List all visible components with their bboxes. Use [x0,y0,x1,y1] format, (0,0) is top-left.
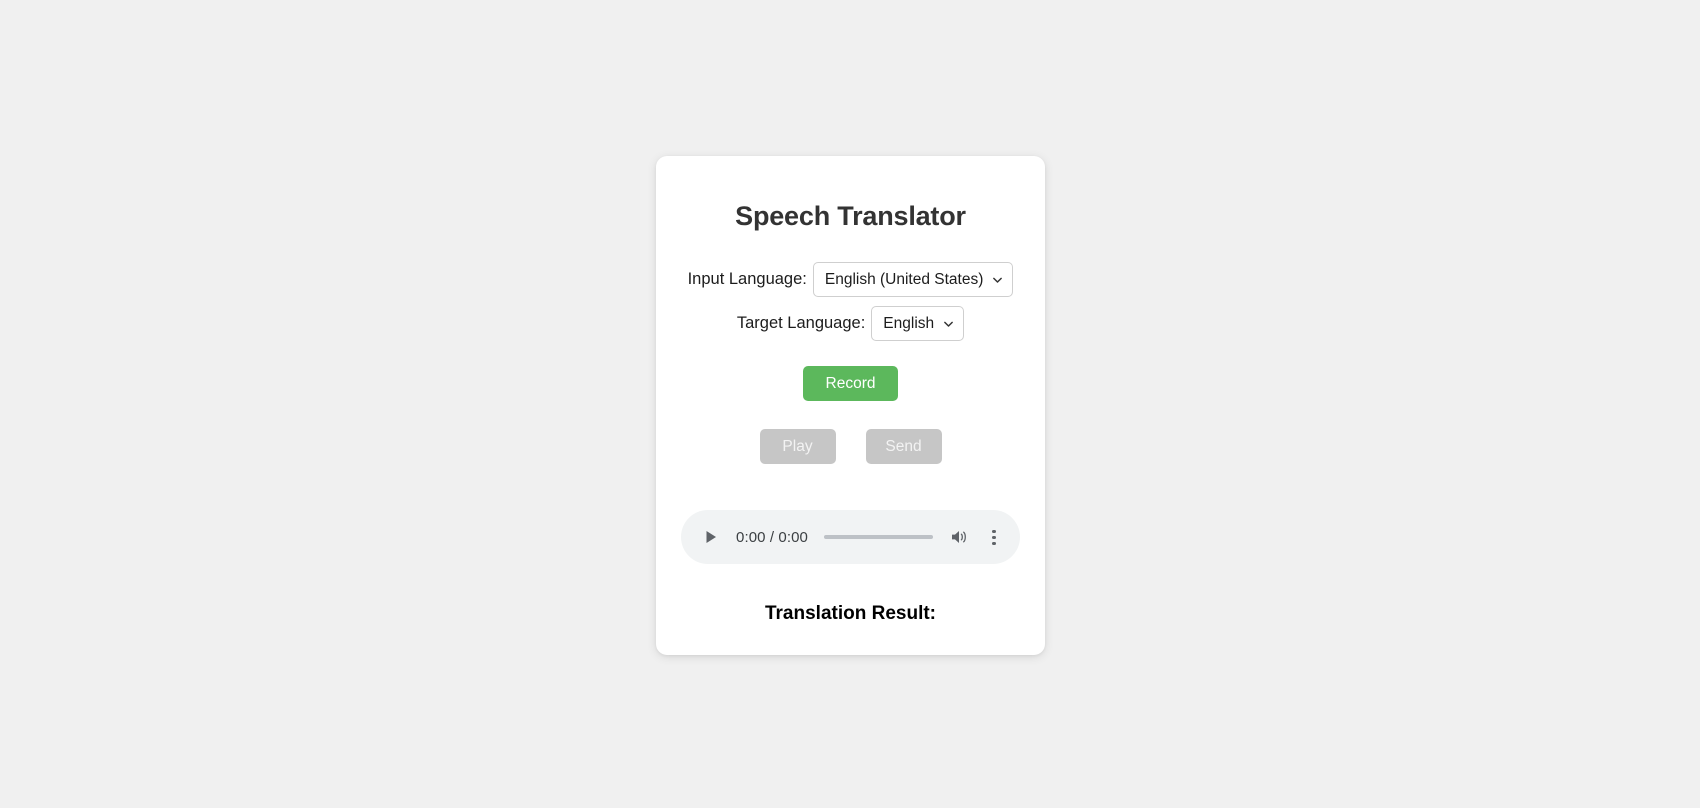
input-language-select[interactable]: English (United States) [812,262,1014,298]
target-language-select[interactable]: English [871,306,965,342]
playback-actions-row: Play Send [656,429,1045,465]
menu-dot [992,541,996,546]
target-language-row: Target Language: English [736,306,965,342]
language-settings: Input Language: English (United States) … [656,262,1045,342]
record-row: Record [656,366,1045,402]
target-language-value: English [883,314,935,332]
send-button[interactable]: Send [865,429,942,465]
chevron-down-icon [944,321,954,327]
more-vertical-icon[interactable] [985,528,1003,546]
chevron-down-icon [993,277,1003,283]
speech-translator-card: Speech Translator Input Language: Englis… [656,156,1045,655]
play-icon[interactable] [703,529,719,545]
target-language-label: Target Language: [736,314,866,333]
record-button[interactable]: Record [803,366,898,402]
menu-dot [992,535,996,539]
translation-result-heading: Translation Result: [764,603,937,625]
input-language-label: Input Language: [687,270,807,289]
audio-time-display: 0:00 / 0:00 [736,528,808,546]
play-button[interactable]: Play [759,429,836,465]
volume-icon[interactable] [949,527,969,547]
input-language-value: English (United States) [824,270,984,288]
page-title: Speech Translator [735,201,966,231]
menu-dot [992,529,996,533]
app-background: Speech Translator Input Language: Englis… [0,0,1700,808]
input-language-row: Input Language: English (United States) [687,262,1014,298]
audio-progress-slider[interactable] [824,535,933,540]
audio-player: 0:00 / 0:00 [681,510,1020,565]
